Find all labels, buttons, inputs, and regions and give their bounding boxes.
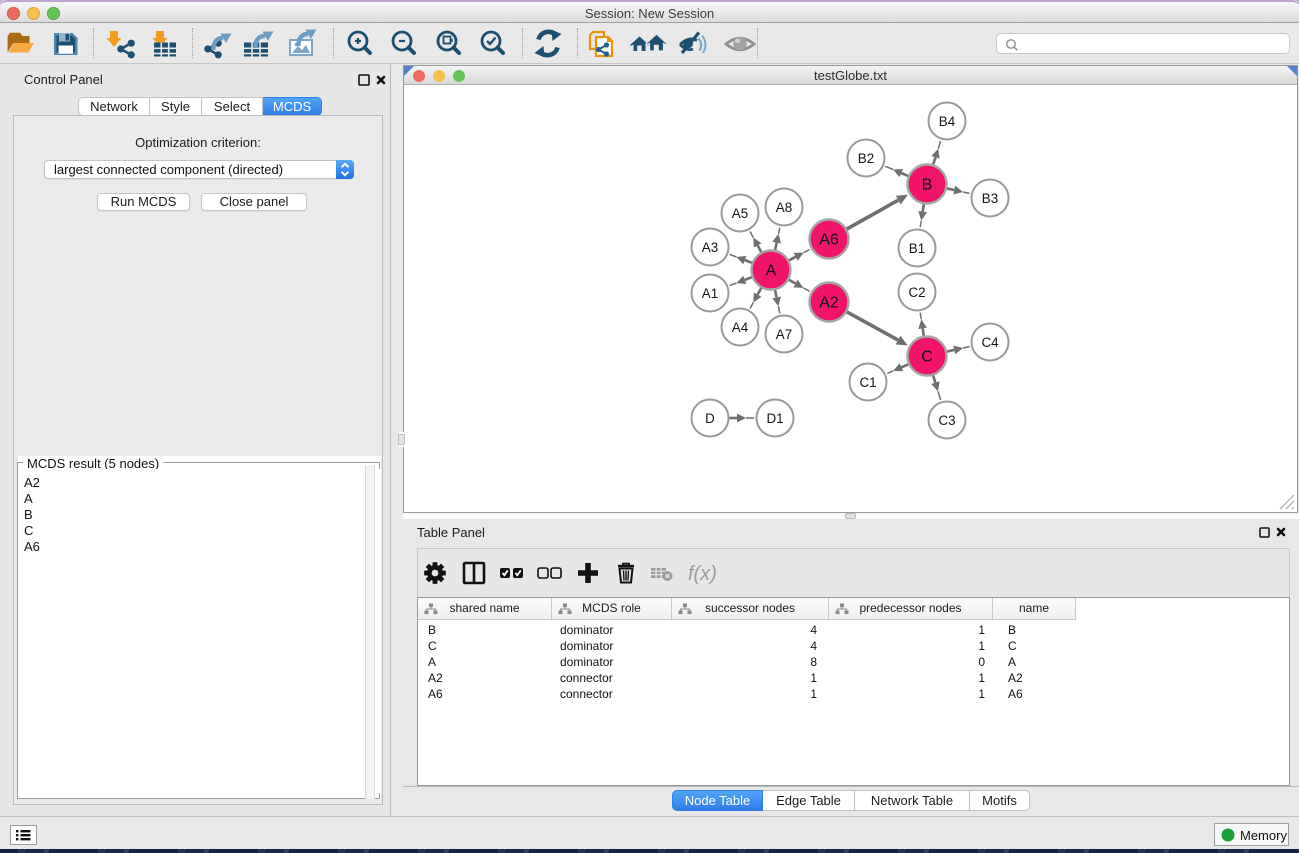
svg-text:C2: C2 xyxy=(908,285,925,300)
svg-text:C3: C3 xyxy=(938,413,955,428)
svg-text:B1: B1 xyxy=(909,241,925,256)
svg-text:B4: B4 xyxy=(939,114,956,129)
svg-text:A2: A2 xyxy=(819,295,839,312)
svg-text:A6: A6 xyxy=(819,232,839,249)
svg-text:D: D xyxy=(705,411,715,426)
svg-text:C4: C4 xyxy=(981,335,999,350)
svg-text:A8: A8 xyxy=(776,200,792,215)
svg-text:C1: C1 xyxy=(859,375,876,390)
svg-text:B: B xyxy=(922,177,933,194)
svg-text:A1: A1 xyxy=(702,286,718,301)
svg-text:A7: A7 xyxy=(776,327,792,342)
svg-text:f(x): f(x) xyxy=(688,563,717,585)
svg-text:B3: B3 xyxy=(982,191,998,206)
svg-text:A3: A3 xyxy=(702,240,718,255)
svg-text:B2: B2 xyxy=(858,151,874,166)
svg-text:C: C xyxy=(921,349,933,366)
svg-text:A: A xyxy=(766,263,777,280)
svg-text:A4: A4 xyxy=(732,320,749,335)
svg-text:D1: D1 xyxy=(766,411,783,426)
svg-text:A5: A5 xyxy=(732,206,748,221)
